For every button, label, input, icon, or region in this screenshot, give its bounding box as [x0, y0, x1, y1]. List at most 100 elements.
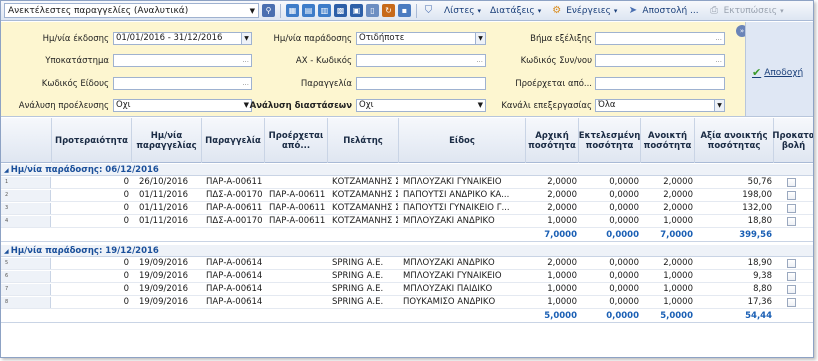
- column-header-order-date[interactable]: Ημ/νία παραγγελίας: [132, 118, 202, 163]
- cell-executed: 0,0000: [609, 203, 639, 213]
- pin-icon[interactable]: ⚲: [262, 4, 275, 17]
- ellipsis-icon[interactable]: ...: [242, 78, 249, 89]
- table-row[interactable]: 8 0 19/09/2016 ΠΑΡ-Α-00614 SPRING Α.Ε. ΠΟΥΚΑΜ…: [1, 297, 813, 309]
- cell-customer: ΚΟΤΖΑΜΑΝΗΣ Σ...: [332, 190, 398, 200]
- column-header-open-qty[interactable]: Ανοικτή ποσότητα: [641, 118, 695, 163]
- step-field[interactable]: ...: [595, 32, 725, 45]
- table-row[interactable]: 7 0 19/09/2016 ΠΑΡ-Α-00614 SPRING Α.Ε. ΜΠΛΟΥΖ…: [1, 284, 813, 296]
- table-row[interactable]: 6 0 19/09/2016 ΠΑΡ-Α-00614 SPRING Α.Ε. ΜΠΛΟΥΖ…: [1, 271, 813, 283]
- cell-date: 19/09/2016: [139, 297, 188, 307]
- chevron-down-icon: ▾: [477, 6, 481, 15]
- column-header-open-value[interactable]: Αξία ανοικτής ποσότητας: [695, 118, 774, 163]
- branch-field[interactable]: ...: [113, 54, 252, 67]
- save-icon[interactable]: ▪: [398, 4, 411, 17]
- channel-select[interactable]: Όλα ▼: [595, 99, 725, 112]
- table-row[interactable]: 4 0 01/11/2016 ΠΔΣ-Α-00170 ΠΑΡ-Α-00611 ΚΟΤΖΑΜ…: [1, 216, 813, 228]
- prepayment-checkbox[interactable]: [787, 272, 796, 281]
- cell-priority: 0: [123, 190, 129, 200]
- table-row[interactable]: 1 0 26/10/2016 ΠΑΡ-Α-00611 ΚΟΤΖΑΜΑΝΗΣ Σ... ΜΠ…: [1, 177, 813, 189]
- cell-priority: 0: [123, 258, 129, 268]
- total-open: 5,0000: [660, 311, 693, 321]
- issue-date-label: Ημ/νία έκδοσης: [42, 34, 109, 44]
- collapse-triangle-icon[interactable]: ◢: [4, 167, 11, 174]
- order-field[interactable]: [356, 77, 486, 90]
- ax-code-field[interactable]: ...: [356, 54, 486, 67]
- issue-date-field[interactable]: 01/01/2016 - 31/12/2016 ▼: [113, 32, 252, 45]
- cell-date: 01/11/2016: [139, 203, 188, 213]
- chevron-down-icon: ▾: [537, 6, 542, 15]
- column-header-order[interactable]: Παραγγελία: [202, 118, 265, 163]
- table-row[interactable]: 2 0 01/11/2016 ΠΔΣ-Α-00170 ΠΑΡ-Α-00611 ΚΟΤΖΑΜ…: [1, 190, 813, 202]
- prepayment-checkbox[interactable]: [787, 298, 796, 307]
- prepayment-checkbox[interactable]: [787, 259, 796, 268]
- row-number: 8: [1, 297, 51, 308]
- menu-lists-label: Λίστες: [444, 5, 475, 16]
- menu-lists[interactable]: Λίστες ▾: [444, 6, 481, 16]
- delivery-date-field[interactable]: Οτιδήποτε ▼: [356, 32, 486, 45]
- group-row[interactable]: ◢ Ημ/νία παράδοσης: 19/12/2016: [1, 245, 813, 257]
- cell-item: ΠΑΠΟΥΤΣΙ ΑΝΔΡΙΚΟ ΚΑ...: [403, 190, 510, 200]
- column-header-customer[interactable]: Πελάτης: [328, 118, 399, 163]
- column-header-executed-qty[interactable]: Εκτελεσμένη ποσότητα: [579, 118, 641, 163]
- chevron-down-icon[interactable]: ▼: [475, 33, 485, 44]
- menu-actions-label: Ενέργειες: [566, 5, 611, 16]
- send-icon: ➤: [628, 5, 638, 16]
- cell-customer: SPRING Α.Ε.: [332, 258, 384, 268]
- menu-send[interactable]: ➤ Αποστολή ...: [626, 4, 699, 17]
- chevron-down-icon[interactable]: ▼: [478, 100, 483, 111]
- cell-initial: 1,0000: [547, 284, 577, 294]
- grid-view-icon[interactable]: ▦: [286, 4, 299, 17]
- prepayment-checkbox[interactable]: [787, 178, 796, 187]
- cell-order: ΠΑΡ-Α-00614: [206, 297, 263, 307]
- chart-icon[interactable]: ▣: [350, 4, 363, 17]
- ellipsis-icon[interactable]: ...: [476, 55, 483, 66]
- dimension-analysis-label: Ανάλυση διαστάσεων: [249, 101, 352, 111]
- dimension-analysis-select[interactable]: Οχι ▼: [356, 99, 486, 112]
- columns-icon[interactable]: ▥: [318, 4, 331, 17]
- ax-code-label: ΑΧ - Κωδικός: [295, 56, 352, 66]
- chevron-down-icon[interactable]: ▼: [714, 100, 724, 111]
- refresh-icon[interactable]: ↻: [382, 4, 395, 17]
- column-header-item[interactable]: Είδος: [399, 118, 526, 163]
- prepayment-checkbox[interactable]: [787, 217, 796, 226]
- cell-value: 18,90: [747, 258, 772, 268]
- table-row[interactable]: 3 0 01/11/2016 ΠΑΡ-Α-00611 ΠΑΡ-Α-00611 ΚΟΤΖΑΜ…: [1, 203, 813, 215]
- column-header-initial-qty[interactable]: Αρχική ποσότητα: [526, 118, 579, 163]
- item-code-field[interactable]: ...: [113, 77, 252, 90]
- ellipsis-icon[interactable]: ...: [242, 55, 249, 66]
- cell-value: 132,00: [742, 203, 772, 213]
- table-icon[interactable]: ▤: [302, 4, 315, 17]
- accept-button[interactable]: ✔ Αποδοχή: [752, 66, 803, 79]
- origin-field[interactable]: [595, 77, 725, 90]
- total-value: 399,56: [739, 230, 772, 240]
- table-row[interactable]: 5 0 19/09/2016 ΠΑΡ-Α-00614 SPRING Α.Ε. ΜΠΛΟΥΖ…: [1, 258, 813, 270]
- row-number: 6: [1, 271, 51, 282]
- cell-order: ΠΔΣ-Α-00170: [206, 190, 263, 200]
- ellipsis-icon[interactable]: ...: [715, 33, 722, 44]
- channel-label: Κανάλι επεξεργασίας: [501, 101, 592, 111]
- menu-layouts[interactable]: Διατάξεις ▾: [490, 6, 541, 16]
- origin-analysis-select[interactable]: Οχι ▼: [113, 99, 252, 112]
- column-header-origin[interactable]: Προέρχεται από...: [265, 118, 328, 163]
- prepayment-checkbox[interactable]: [787, 285, 796, 294]
- ellipsis-icon[interactable]: ...: [715, 55, 722, 66]
- cell-order: ΠΑΡ-Α-00614: [206, 284, 263, 294]
- partner-code-field[interactable]: ...: [595, 54, 725, 67]
- origin-label: Προέρχεται από...: [515, 79, 592, 89]
- column-header-prepayment[interactable]: Προκατα βολή: [772, 118, 813, 163]
- menu-print[interactable]: ⎙ Εκτυπώσεις ▾: [708, 4, 783, 17]
- prepayment-checkbox[interactable]: [787, 204, 796, 213]
- cell-date: 19/09/2016: [139, 258, 188, 268]
- row-header-corner: [1, 118, 52, 163]
- group-row[interactable]: ◢ Ημ/νία παράδοσης: 06/12/2016: [1, 164, 813, 176]
- prepayment-checkbox[interactable]: [787, 191, 796, 200]
- menu-actions[interactable]: ⚙ Ενέργειες ▾: [550, 4, 617, 17]
- view-select[interactable]: Ανεκτέλεστες παραγγελίες (Αναλυτικά) ▼: [4, 3, 259, 18]
- toolbar: Ανεκτέλεστες παραγγελίες (Αναλυτικά) ▼ ⚲…: [1, 1, 813, 21]
- column-header-priority[interactable]: Προτεραιότητα: [52, 118, 132, 163]
- pivot-icon[interactable]: ▩: [334, 4, 347, 17]
- filter-icon[interactable]: ⛉: [422, 4, 435, 17]
- actions-icon: ⚙: [552, 5, 562, 16]
- collapse-triangle-icon[interactable]: ◢: [4, 248, 11, 255]
- document-icon[interactable]: ▯: [366, 4, 379, 17]
